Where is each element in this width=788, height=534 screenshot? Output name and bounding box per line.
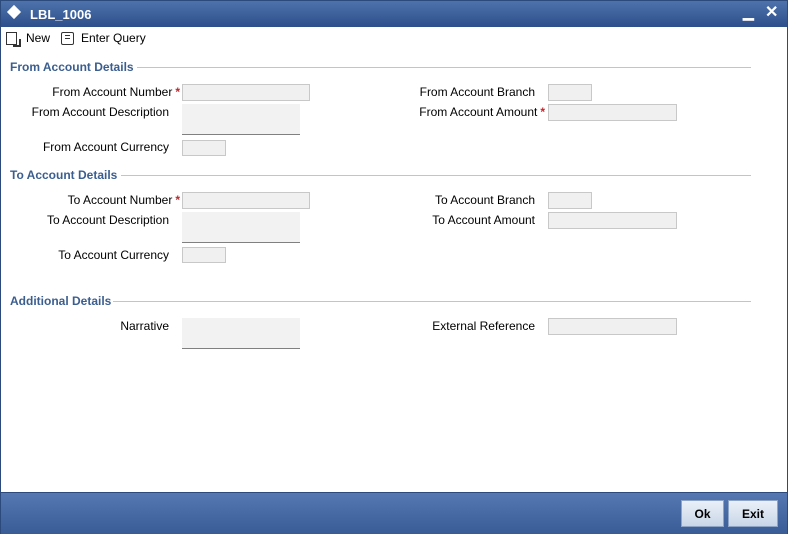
from-account-description-input[interactable] <box>182 104 300 135</box>
enter-query-button[interactable]: Enter Query <box>61 29 146 47</box>
from-account-amount-input[interactable] <box>548 104 677 121</box>
external-reference-input[interactable] <box>548 318 677 335</box>
new-document-icon <box>6 31 21 47</box>
enter-query-label: Enter Query <box>81 31 146 45</box>
section-divider <box>121 175 751 176</box>
dialog-window: LBL_1006 ▁ ✕ New Enter Query From Accoun… <box>0 0 788 534</box>
from-account-number-input[interactable] <box>182 84 310 101</box>
narrative-label: Narrative <box>120 319 169 333</box>
to-account-section-title: To Account Details <box>10 168 118 182</box>
required-marker: * <box>175 85 180 99</box>
to-account-currency-input[interactable] <box>182 247 226 263</box>
from-account-amount-label: From Account Amount * <box>419 105 545 119</box>
external-reference-label: External Reference <box>432 319 535 333</box>
from-account-number-label: From Account Number * <box>52 85 180 99</box>
to-account-branch-input[interactable] <box>548 192 592 209</box>
required-marker: * <box>175 193 180 207</box>
minimize-button[interactable]: ▁ <box>743 4 754 21</box>
exit-button[interactable]: Exit <box>728 500 778 527</box>
query-icon <box>61 31 74 45</box>
footer-bar: Ok Exit <box>1 492 787 534</box>
from-account-branch-input[interactable] <box>548 84 592 101</box>
to-account-amount-label: To Account Amount <box>432 213 535 227</box>
close-button[interactable]: ✕ <box>765 2 778 22</box>
to-account-number-label: To Account Number * <box>67 193 180 207</box>
from-account-branch-label: From Account Branch <box>419 85 535 99</box>
additional-details-section-title: Additional Details <box>10 294 112 308</box>
required-marker: * <box>540 105 545 119</box>
title-bar: LBL_1006 ▁ ✕ <box>1 1 787 27</box>
to-account-number-input[interactable] <box>182 192 310 209</box>
from-account-section-title: From Account Details <box>10 60 134 74</box>
ok-button[interactable]: Ok <box>681 500 724 527</box>
section-divider <box>113 301 751 302</box>
new-button[interactable]: New <box>6 29 50 47</box>
from-account-description-label: From Account Description <box>31 105 169 119</box>
from-account-currency-input[interactable] <box>182 140 226 156</box>
window-title: LBL_1006 <box>30 7 92 22</box>
section-divider <box>137 67 751 68</box>
to-account-currency-label: To Account Currency <box>58 248 169 262</box>
new-label: New <box>26 31 51 45</box>
app-logo-icon <box>6 4 22 20</box>
to-account-description-input[interactable] <box>182 212 300 243</box>
to-account-branch-label: To Account Branch <box>434 193 535 207</box>
from-account-currency-label: From Account Currency <box>42 140 169 154</box>
to-account-amount-input[interactable] <box>548 212 677 229</box>
to-account-description-label: To Account Description <box>46 213 169 227</box>
toolbar: New Enter Query <box>1 27 787 49</box>
narrative-input[interactable] <box>182 318 300 349</box>
